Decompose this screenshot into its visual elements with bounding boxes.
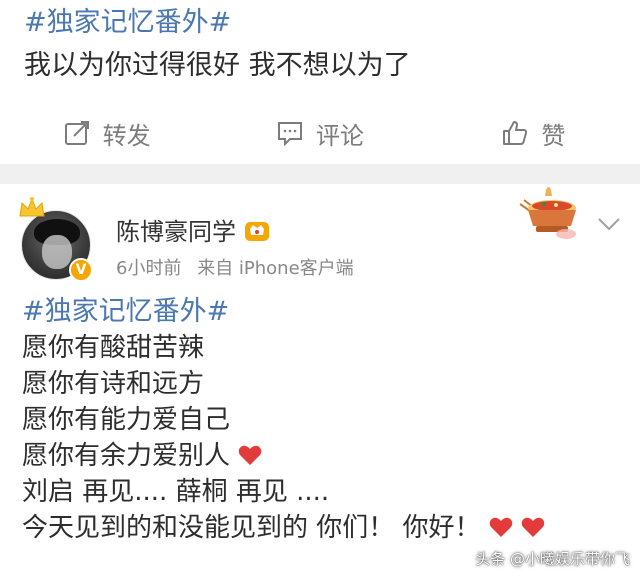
post-source: 来自 iPhone客户端: [197, 258, 354, 279]
like-icon: [503, 121, 528, 145]
post-line: 今天见到的和没能见到的 你们！ 你好！: [22, 513, 481, 543]
hashtag-link[interactable]: #独家记忆番外#: [24, 5, 231, 41]
post-actions: 转发 评论 赞: [0, 103, 640, 163]
username[interactable]: 陈博豪同学: [116, 212, 236, 247]
chevron-down-icon[interactable]: [595, 214, 623, 234]
username-row: 陈博豪同学: [116, 212, 270, 247]
like-label: 赞: [541, 121, 566, 150]
heart-icon: [489, 517, 513, 537]
hashtag-link[interactable]: #独家记忆番外#: [22, 294, 545, 330]
share-label: 转发: [102, 121, 151, 150]
post-line-with-heart: 愿你有余力爱别人: [22, 438, 545, 474]
top-post: #独家记忆番外# 我以为你过得很好 我不想以为了 转发 评论 赞: [0, 0, 640, 164]
comment-label: 评论: [315, 121, 364, 150]
avatar-container[interactable]: V: [19, 197, 93, 282]
share-icon: [64, 121, 89, 145]
main-post: V 陈博豪同学 6小时前 来自 iPhone客户端 #独家记忆番外# 愿你有酸甜…: [0, 184, 640, 577]
post-body: #独家记忆番外# 愿你有酸甜苦辣 愿你有诗和远方 愿你有能力爱自己 愿你有余力爱…: [22, 294, 545, 546]
like-button[interactable]: 赞: [427, 103, 640, 163]
post-text: 我以为你过得很好 我不想以为了: [24, 50, 411, 81]
verified-badge: V: [69, 258, 93, 282]
post-line: 刘启 再见.... 薛桐 再见 ....: [22, 477, 330, 507]
heart-icon: [521, 517, 545, 537]
heart-icon: [239, 445, 262, 465]
hotpot-decoration-icon: [519, 187, 576, 239]
post-line: 愿你有能力爱自己: [22, 405, 231, 435]
post-line: 愿你有酸甜苦辣: [22, 333, 205, 363]
comment-button[interactable]: 评论: [213, 103, 426, 163]
post-line: 愿你有诗和远方: [22, 369, 205, 399]
watermark: 头条 @小曦娱乐带你飞: [475, 550, 630, 568]
post-line: 愿你有余力爱别人: [22, 441, 231, 471]
comment-icon: [277, 122, 302, 147]
post-time: 6小时前: [116, 258, 182, 279]
crown-icon: [19, 197, 45, 217]
vip-crown-icon: [245, 221, 269, 241]
post-separator: [0, 164, 640, 184]
post-line-with-hearts: 今天见到的和没能见到的 你们！ 你好！: [22, 510, 545, 546]
post-meta: 6小时前 来自 iPhone客户端: [116, 254, 364, 280]
share-button[interactable]: 转发: [0, 103, 213, 163]
